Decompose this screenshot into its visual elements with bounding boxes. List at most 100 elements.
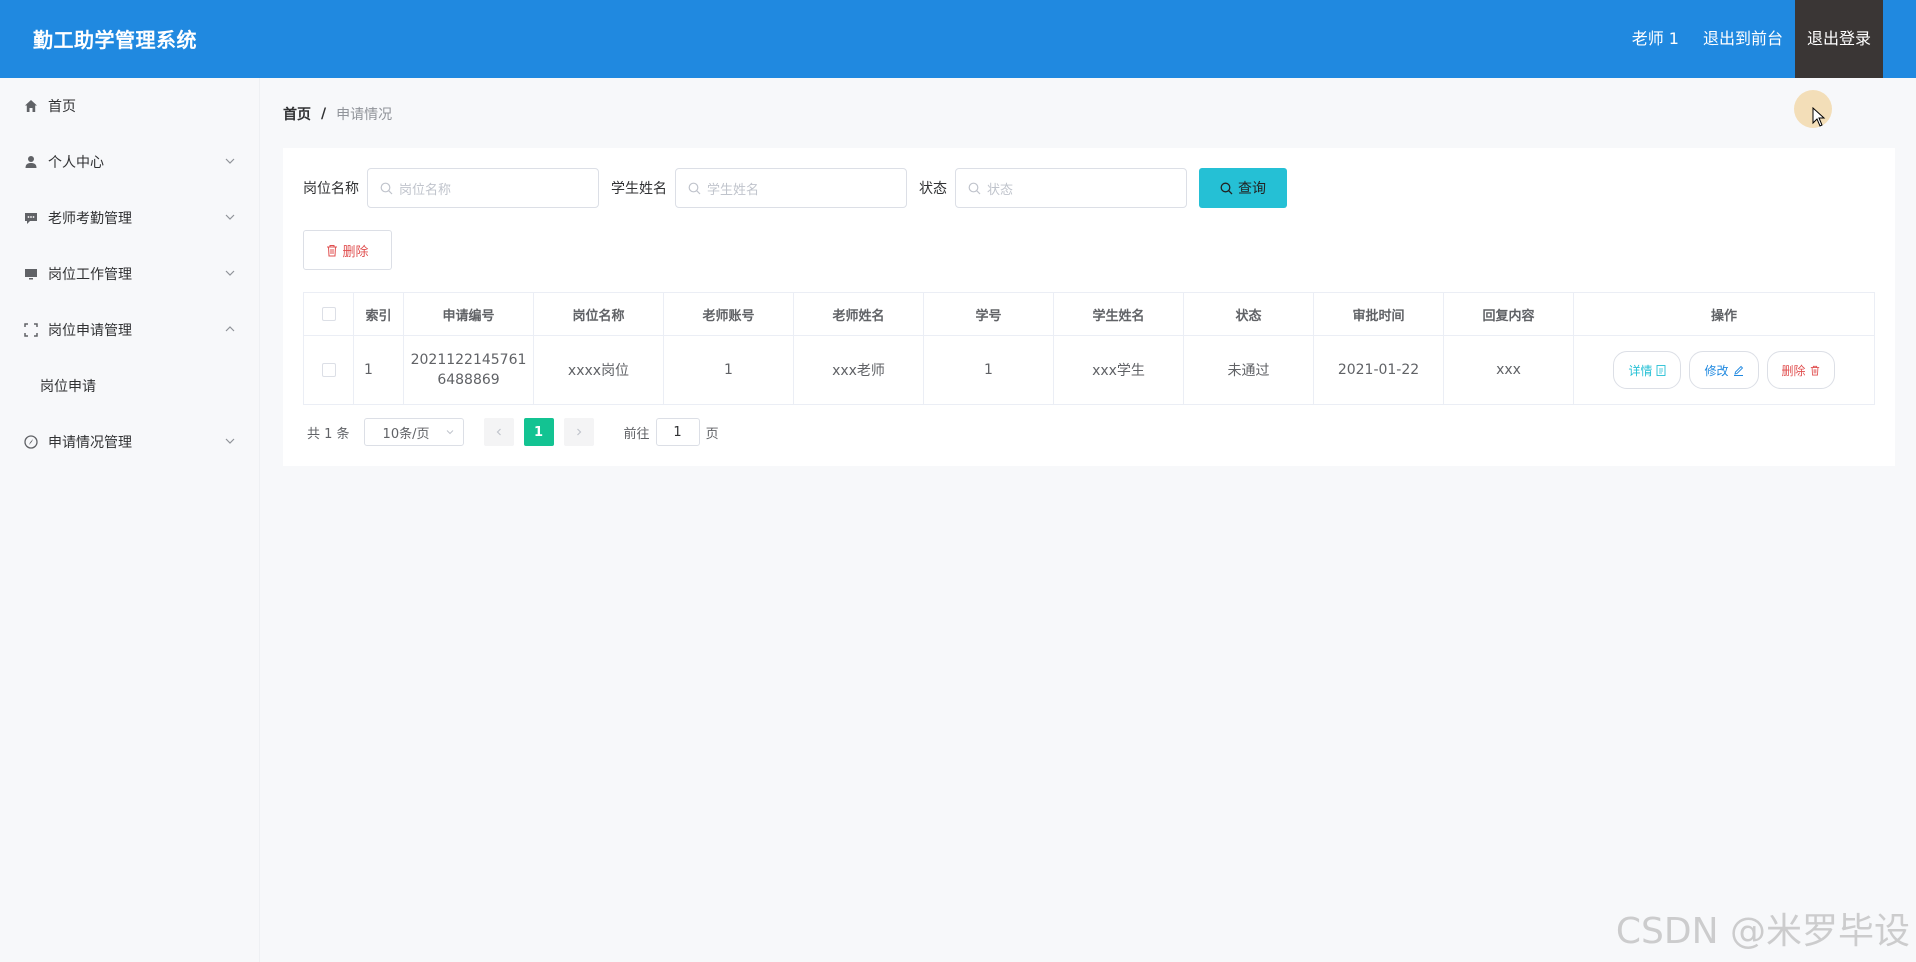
cell-student-no: 1: [924, 336, 1054, 404]
document-icon: [1657, 364, 1666, 376]
detail-label: 详情: [1628, 363, 1653, 378]
cell-student-name: xxx学生: [1054, 336, 1184, 404]
status-input[interactable]: 状态: [955, 168, 1187, 208]
select-all-checkbox[interactable]: [321, 307, 336, 321]
status-label: 状态: [919, 181, 947, 197]
chat-icon: [22, 209, 40, 227]
chevron-down-icon: [225, 158, 235, 164]
top-header: 勤工助学管理系统 老师 1 退出到前台 退出登录: [0, 0, 1916, 78]
main-content: 首页 / 申请情况 岗位名称 岗位名称 学生姓名 学生姓名 状态 状态 查询 删…: [260, 78, 1916, 962]
chevron-up-icon: [225, 326, 235, 332]
pagination: 共 1 条 10条/页 1 前往 1 页: [303, 418, 719, 446]
table-row: 1 2021122145761 6488869 xxxx岗位 1 xxx老师 1…: [304, 336, 1874, 404]
application-table: 索引 申请编号 岗位名称 老师账号 老师姓名 学号 学生姓名 状态 审批时间 回…: [303, 292, 1875, 405]
page-size-value: 10条/页: [382, 426, 430, 442]
header-actions: 老师 1 退出到前台 退出登录: [1620, 0, 1883, 78]
page-number-current[interactable]: 1: [523, 418, 554, 446]
batch-delete-label: 删除: [342, 244, 369, 260]
goto-label: 前往: [623, 426, 650, 442]
student-name-input[interactable]: 学生姓名: [675, 168, 907, 208]
chevron-down-icon: [225, 214, 235, 220]
sidebar: 首页 个人中心 老师考勤管理 岗位工作管理 岗位申请管理 岗位申请 申请情况管理: [0, 78, 260, 962]
logout-button[interactable]: 退出登录: [1794, 0, 1883, 78]
row-delete-button[interactable]: 删除: [1766, 351, 1835, 389]
column-header: 岗位名称: [534, 293, 664, 335]
row-checkbox[interactable]: [321, 363, 336, 377]
chevron-down-icon: [225, 438, 235, 444]
column-header: 操作: [1710, 308, 1737, 324]
cell-index: 1: [354, 336, 404, 404]
sidebar-item-home[interactable]: 首页: [0, 78, 259, 134]
mouse-cursor-icon: [1812, 107, 1826, 127]
breadcrumb-home[interactable]: 首页: [283, 104, 311, 124]
fullscreen-icon: [22, 321, 40, 339]
cell-reply: xxx: [1444, 336, 1574, 404]
query-button-label: 查询: [1238, 181, 1266, 197]
edit-button[interactable]: 修改: [1689, 351, 1759, 389]
content-card: 岗位名称 岗位名称 学生姓名 学生姓名 状态 状态 查询 删除 索引 申请编号 …: [283, 148, 1895, 466]
current-user: 老师 1: [1631, 29, 1679, 48]
cell-job: xxxx岗位: [534, 336, 664, 404]
app-title: 勤工助学管理系统: [33, 28, 197, 52]
cell-actions: 详情 修改 删除: [1574, 336, 1874, 404]
row-delete-label: 删除: [1781, 363, 1806, 378]
sidebar-item-job-apply[interactable]: 岗位申请管理: [0, 302, 259, 358]
query-button[interactable]: 查询: [1199, 168, 1287, 208]
search-icon: [380, 182, 393, 194]
column-header: 老师姓名: [794, 293, 924, 335]
search-icon: [968, 182, 981, 194]
search-icon: [688, 182, 701, 194]
select-all-cell: [304, 293, 354, 335]
home-icon: [22, 97, 40, 115]
user-icon: [22, 153, 40, 171]
breadcrumb-current: 申请情况: [336, 107, 393, 123]
page-unit-label: 页: [705, 426, 719, 442]
row-select-cell: [304, 336, 354, 404]
column-header: 回复内容: [1444, 293, 1574, 335]
detail-button[interactable]: 详情: [1613, 351, 1682, 389]
search-icon: [1220, 182, 1233, 194]
sidebar-item-attendance[interactable]: 老师考勤管理: [0, 190, 259, 246]
goto-page-input[interactable]: 1: [655, 418, 700, 446]
compass-icon: [22, 433, 40, 451]
column-header: 索引: [354, 293, 404, 335]
watermark: CSDN @米罗毕设: [1615, 911, 1910, 952]
column-header: 申请编号: [404, 293, 534, 335]
sidebar-item-label: 岗位申请管理: [48, 323, 132, 339]
job-name-input[interactable]: 岗位名称: [367, 168, 599, 208]
prev-page-button[interactable]: [483, 418, 514, 446]
trash-icon: [1810, 365, 1819, 375]
front-link[interactable]: 退出到前台: [1691, 0, 1795, 78]
sidebar-item-label: 首页: [48, 99, 76, 115]
monitor-icon: [22, 265, 40, 283]
chevron-left-icon: [496, 428, 501, 436]
cell-app-no: 2021122145761 6488869: [404, 336, 534, 404]
edit-label: 修改: [1704, 363, 1729, 378]
sidebar-item-apply-status[interactable]: 申请情况管理: [0, 414, 259, 470]
sidebar-item-label: 个人中心: [48, 155, 104, 171]
sidebar-subitem-job-apply[interactable]: 岗位申请: [0, 358, 259, 414]
batch-delete-button[interactable]: 删除: [303, 230, 392, 270]
next-page-button[interactable]: [563, 418, 594, 446]
sidebar-item-label: 岗位工作管理: [48, 267, 132, 283]
job-name-placeholder: 岗位名称: [399, 182, 452, 198]
breadcrumb-separator: /: [321, 106, 327, 122]
cell-approve-time: 2021-01-22: [1314, 336, 1444, 404]
table-header-row: 索引 申请编号 岗位名称 老师账号 老师姓名 学号 学生姓名 状态 审批时间 回…: [304, 293, 1874, 336]
edit-icon: [1733, 365, 1743, 376]
page-size-select[interactable]: 10条/页: [363, 418, 464, 446]
student-name-placeholder: 学生姓名: [707, 182, 760, 198]
job-name-label: 岗位名称: [303, 181, 359, 197]
column-header: 老师账号: [664, 293, 794, 335]
cell-status: 未通过: [1184, 336, 1314, 404]
column-header: 审批时间: [1314, 293, 1444, 335]
status-placeholder: 状态: [987, 182, 1014, 198]
app-no-line-2: 6488869: [437, 372, 500, 388]
sidebar-item-job-work[interactable]: 岗位工作管理: [0, 246, 259, 302]
breadcrumb: 首页 / 申请情况: [283, 104, 392, 124]
chevron-right-icon: [576, 428, 581, 436]
sidebar-item-profile[interactable]: 个人中心: [0, 134, 259, 190]
chevron-down-icon: [225, 270, 235, 276]
cell-teacher-name: xxx老师: [794, 336, 924, 404]
chevron-down-icon: [446, 430, 453, 435]
